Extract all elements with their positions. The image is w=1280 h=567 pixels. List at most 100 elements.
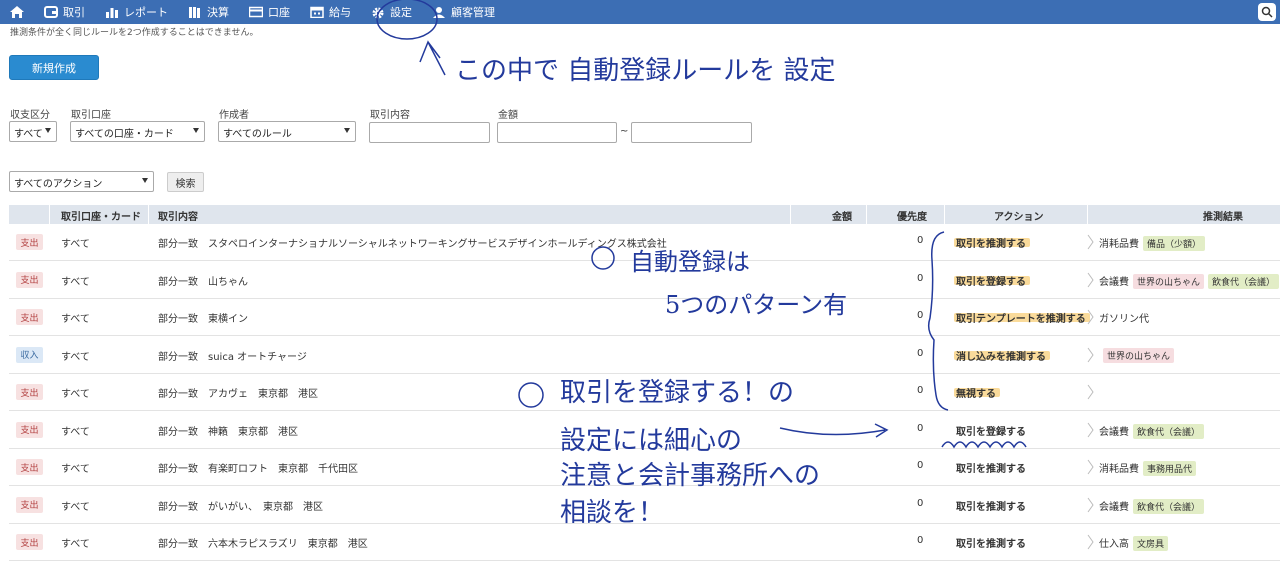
chevron-right-icon — [1087, 422, 1094, 437]
result-cell: 仕入高 文房具 — [1099, 535, 1169, 551]
account-cell: すべて — [61, 239, 90, 250]
annotation-settings-note: この中で 自動登録ルールを 設定 — [455, 56, 836, 86]
top-nav: 取引 レポート 決算 口座 給与 設定 顧客管理 — [0, 0, 1280, 24]
account-label: 取引口座 — [71, 110, 111, 121]
nav-label: 給与 — [329, 6, 351, 19]
priority-cell: 0 — [917, 460, 924, 471]
match-type-cell: 部分一致 — [158, 539, 198, 550]
search-icon[interactable] — [1258, 3, 1276, 21]
type-badge: 支出 — [16, 421, 43, 438]
result-account: ガソリン代 — [1099, 314, 1149, 325]
chevron-down-icon — [193, 128, 199, 133]
home-icon[interactable] — [0, 0, 34, 24]
nav-label: 取引 — [63, 6, 85, 19]
direction-select[interactable]: すべて — [9, 121, 57, 142]
action-cell: 無視する — [956, 389, 996, 400]
content-cell: がいがい、 東京都 港区 — [208, 501, 323, 513]
result-cell: ガソリン代 — [1099, 310, 1149, 325]
action-filter-select[interactable]: すべてのアクション — [9, 171, 154, 192]
chevron-down-icon — [142, 178, 148, 183]
account-cell: すべて — [61, 276, 90, 288]
table-header: 取引口座・カード 取引内容 金額 優先度 アクション 推測結果 — [9, 205, 1280, 224]
nav-item-closing[interactable]: 決算 — [178, 0, 239, 24]
match-type-cell: 部分一致 — [158, 276, 198, 288]
header-account[interactable]: 取引口座・カード — [61, 208, 141, 223]
match-type-cell: 部分一致 — [158, 239, 198, 250]
header-content[interactable]: 取引内容 — [158, 208, 198, 223]
nav-item-settings[interactable]: 設定 — [361, 0, 422, 24]
result-account: 仕入高 — [1099, 539, 1129, 550]
content-cell: 有楽町ロフト 東京都 千代田区 — [208, 464, 358, 475]
nav-item-accounts[interactable]: 口座 — [239, 0, 300, 24]
amount-from-input[interactable] — [497, 122, 617, 143]
action-filter-value: すべてのアクション — [14, 179, 103, 190]
content-input[interactable] — [369, 122, 490, 143]
account-cell: すべて — [61, 314, 90, 325]
header-action[interactable]: アクション — [994, 208, 1044, 223]
account-value: すべての口座・カード — [75, 129, 174, 140]
priority-cell: 0 — [917, 272, 924, 284]
result-cell: 会議費 飲食代（会議） — [1099, 423, 1205, 439]
match-type-cell: 部分一致 — [158, 464, 198, 475]
action-cell: 取引を推測する — [956, 539, 1026, 550]
new-rule-button[interactable]: 新規作成 — [9, 55, 99, 80]
chevron-down-icon — [344, 128, 350, 133]
type-badge: 支出 — [16, 496, 43, 513]
result-tag: 文房具 — [1133, 536, 1169, 551]
result-cell: 世界の山ちゃん — [1099, 347, 1175, 363]
header-amount[interactable]: 金額 — [832, 208, 852, 223]
table-row[interactable]: 支出 すべて 部分一致 山ちゃん 0 取引を登録する 会議費 世界の山ちゃん 飲食代（会議） — [9, 262, 1280, 299]
nav-label: レポート — [124, 6, 168, 19]
header-result[interactable]: 推測結果 — [1203, 208, 1243, 223]
range-separator: ~ — [620, 126, 629, 137]
creator-select[interactable]: すべてのルール — [218, 121, 356, 142]
action-cell: 取引を推測する — [956, 501, 1026, 513]
result-account: 消耗品費 — [1099, 239, 1139, 250]
table-row[interactable]: 収入 すべて 部分一致 suica オートチャージ 0 消し込みを推測する 世界の山ちゃん — [9, 337, 1280, 374]
priority-cell: 0 — [917, 422, 924, 434]
result-tag: 飲食代（会議） — [1208, 273, 1280, 289]
match-type-cell: 部分一致 — [158, 389, 198, 400]
priority-cell: 0 — [917, 385, 924, 396]
table-row[interactable]: 支出 すべて 部分一致 六本木ラピスラズリ 東京都 港区 0 取引を推測する 仕入高 文房具 — [9, 524, 1280, 561]
result-tag: 備品（少額） — [1143, 236, 1206, 251]
chevron-right-icon — [1087, 234, 1094, 250]
match-type-cell: 部分一致 — [158, 501, 198, 513]
rule-notice: 推測条件が全く同じルールを2つ作成することはできません。 — [10, 28, 259, 38]
table-row[interactable]: 支出 すべて 部分一致 有楽町ロフト 東京都 千代田区 0 取引を推測する 消耗品費 事務用品… — [9, 449, 1280, 486]
table-row[interactable]: 支出 すべて 部分一致 神籟 東京都 港区 0 取引を登録する 会議費 飲食代（会議） — [9, 412, 1280, 449]
result-tag: 世界の山ちゃん — [1103, 347, 1175, 363]
nav-label: 設定 — [390, 6, 412, 19]
header-priority[interactable]: 優先度 — [897, 208, 927, 223]
creator-label: 作成者 — [219, 110, 249, 121]
content-cell: 神籟 東京都 港区 — [208, 426, 298, 438]
amount-to-input[interactable] — [631, 122, 752, 143]
priority-cell: 0 — [917, 497, 924, 509]
priority-cell: 0 — [917, 535, 924, 546]
result-cell: 消耗品費 備品（少額） — [1099, 235, 1206, 251]
action-cell: 取引を推測する — [956, 464, 1026, 475]
nav-item-payroll[interactable]: 給与 — [300, 0, 361, 24]
table-row[interactable]: 支出 すべて 部分一致 がいがい、 東京都 港区 0 取引を推測する 会議費 飲食代（会議） — [9, 487, 1280, 524]
account-select[interactable]: すべての口座・カード — [70, 121, 205, 142]
result-tag: 世界の山ちゃん — [1133, 273, 1205, 289]
account-cell: すべて — [61, 351, 90, 363]
result-account: 会議費 — [1099, 276, 1129, 288]
type-badge: 支出 — [16, 271, 43, 288]
nav-label: 顧客管理 — [451, 6, 495, 19]
nav-item-transactions[interactable]: 取引 — [34, 0, 95, 24]
result-cell: 会議費 世界の山ちゃん 飲食代（会議） — [1099, 273, 1280, 289]
content-cell: スタペロインターナショナルソーシャルネットワーキングサービスデザインホールディン… — [208, 239, 667, 250]
search-button[interactable]: 検索 — [167, 172, 204, 192]
table-row[interactable]: 支出 すべて 部分一致 アカヴェ 東京都 港区 0 無視する — [9, 374, 1280, 411]
table-row[interactable]: 支出 すべて 部分一致 スタペロインターナショナルソーシャルネットワーキングサービスデ… — [9, 224, 1280, 261]
priority-cell: 0 — [917, 310, 924, 321]
action-cell: 取引を推測する — [956, 239, 1026, 250]
table-row[interactable]: 支出 すべて 部分一致 東横イン 0 取引テンプレートを推測する ガソリン代 — [9, 299, 1280, 336]
person-icon — [432, 6, 446, 18]
nav-item-reports[interactable]: レポート — [95, 0, 178, 24]
amount-label: 金額 — [498, 110, 518, 121]
type-badge: 支出 — [16, 234, 43, 250]
content-cell: suica オートチャージ — [208, 351, 307, 363]
nav-item-customers[interactable]: 顧客管理 — [422, 0, 505, 24]
